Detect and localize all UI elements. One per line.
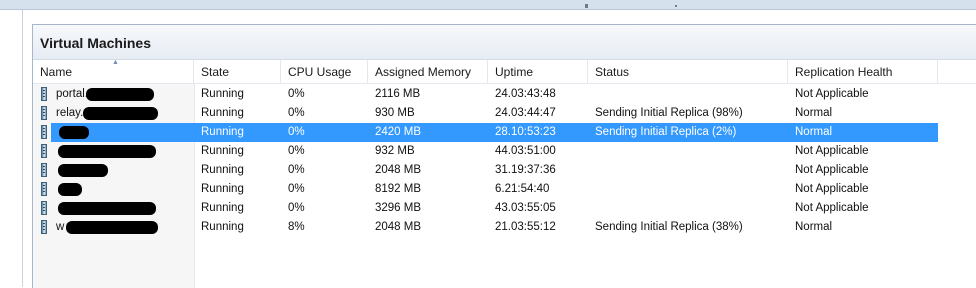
table-row[interactable]: Running 0% 932 MB 44.03:51:00 Not Applic… (33, 142, 938, 161)
vm-replication-health: Normal (795, 107, 833, 119)
table-row[interactable]: Running 0% 3296 MB 43.03:55:05 Not Appli… (33, 199, 938, 218)
vm-assigned-memory: 2048 MB (375, 221, 422, 233)
vm-cpu-usage: 0% (288, 126, 305, 138)
vm-assigned-memory: 2420 MB (375, 126, 422, 138)
redaction-mark (83, 107, 158, 120)
column-header-cpu-usage[interactable]: CPU Usage (281, 60, 368, 83)
vm-state: Running (201, 164, 244, 176)
vm-assigned-memory: 2116 MB (375, 88, 421, 100)
vm-assigned-memory: 2048 MB (375, 164, 422, 176)
vm-state: Running (201, 88, 244, 100)
column-header-replication-health[interactable]: Replication Health (788, 60, 938, 83)
virtual-machines-panel: Virtual Machines ▲ Name State CPU Usage … (32, 24, 976, 288)
vm-replication-health: Not Applicable (795, 183, 869, 195)
column-header-state[interactable]: State (194, 60, 281, 83)
vm-uptime: 44.03:51:00 (495, 145, 556, 157)
panel-header: Virtual Machines (33, 25, 976, 60)
virtual-machine-icon (41, 201, 47, 215)
table-row[interactable]: Running 0% 8192 MB 6.21:54:40 Not Applic… (33, 180, 938, 199)
vm-assigned-memory: 8192 MB (375, 183, 422, 195)
column-header-status[interactable]: Status (588, 60, 788, 83)
vm-replication-health: Not Applicable (795, 164, 869, 176)
virtual-machine-icon (41, 182, 47, 196)
column-header-label: Name (40, 65, 73, 79)
virtual-machine-icon (41, 125, 47, 139)
virtual-machine-icon (41, 220, 47, 234)
top-toolbar-strip (0, 0, 976, 10)
vm-cpu-usage: 0% (288, 202, 305, 214)
vm-state: Running (201, 183, 244, 195)
column-header-label: Status (595, 65, 630, 79)
redaction-mark (66, 221, 158, 234)
vm-status: Sending Initial Replica (38%) (595, 221, 743, 233)
redaction-mark (58, 202, 156, 215)
vm-status: Sending Initial Replica (2%) (595, 126, 737, 138)
vm-state: Running (201, 145, 244, 157)
virtual-machine-icon (41, 87, 47, 101)
vm-name: portal. (56, 88, 88, 100)
column-header-row: ▲ Name State CPU Usage Assigned Memory U… (33, 60, 976, 84)
vm-uptime: 24.03:44:47 (495, 107, 556, 119)
panel-title: Virtual Machines (40, 35, 152, 51)
vm-cpu-usage: 0% (288, 107, 305, 119)
column-header-label: Replication Health (795, 65, 893, 79)
vm-state: Running (201, 221, 244, 233)
vm-state: Running (201, 126, 244, 138)
virtual-machine-icon (41, 144, 47, 158)
vm-status: Sending Initial Replica (98%) (595, 107, 743, 119)
vm-name: w (56, 221, 65, 233)
vm-uptime: 24.03:43:48 (495, 88, 556, 100)
table-row[interactable]: Running 0% 2048 MB 31.19:37:36 Not Appli… (33, 161, 938, 180)
vm-replication-health: Normal (795, 126, 833, 138)
column-header-label: Uptime (495, 65, 534, 79)
vm-name: relay. (56, 107, 84, 119)
redaction-mark (58, 145, 156, 158)
vm-assigned-memory: 930 MB (375, 107, 415, 119)
vm-replication-health: Not Applicable (795, 202, 869, 214)
vm-uptime: 31.19:37:36 (495, 164, 556, 176)
vm-cpu-usage: 0% (288, 183, 305, 195)
vm-uptime: 21.03:55:12 (495, 221, 556, 233)
table-row-selected[interactable]: Running 0% 2420 MB 28.10:53:23 Sending I… (33, 123, 938, 142)
column-header-name[interactable]: ▲ Name (33, 60, 194, 83)
vm-cpu-usage: 0% (288, 145, 305, 157)
virtual-machine-icon (41, 163, 47, 177)
vm-cpu-usage: 0% (288, 88, 305, 100)
redaction-mark (58, 164, 108, 177)
vm-replication-health: Not Applicable (795, 88, 869, 100)
vm-cpu-usage: 0% (288, 164, 305, 176)
vm-replication-health: Not Applicable (795, 145, 869, 157)
sort-ascending-icon: ▲ (112, 60, 119, 66)
vm-state: Running (201, 107, 244, 119)
column-header-label: State (201, 65, 230, 79)
column-header-label: CPU Usage (288, 65, 352, 79)
column-header-uptime[interactable]: Uptime (488, 60, 588, 83)
vm-replication-health: Normal (795, 221, 833, 233)
vm-assigned-memory: 3296 MB (375, 202, 422, 214)
toolbar-fragment (675, 5, 677, 7)
redaction-mark (58, 183, 82, 196)
vm-uptime: 43.03:55:05 (495, 202, 556, 214)
vm-uptime: 28.10:53:23 (495, 126, 556, 138)
vm-state: Running (201, 202, 244, 214)
navigation-pane[interactable] (0, 10, 23, 287)
column-header-label: Assigned Memory (375, 65, 472, 79)
redaction-mark (59, 126, 89, 139)
table-row[interactable]: w Running 8% 2048 MB 21.03:55:12 Sending… (33, 218, 938, 237)
table-row[interactable]: portal. Running 0% 2116 MB 24.03:43:48 N… (33, 85, 938, 104)
column-header-assigned-memory[interactable]: Assigned Memory (368, 60, 488, 83)
vm-cpu-usage: 8% (288, 221, 305, 233)
table-row[interactable]: relay. Running 0% 930 MB 24.03:44:47 Sen… (33, 104, 938, 123)
toolbar-fragment (585, 4, 588, 8)
redaction-mark (86, 88, 154, 101)
vm-assigned-memory: 932 MB (375, 145, 415, 157)
virtual-machine-icon (41, 106, 47, 120)
vm-uptime: 6.21:54:40 (495, 183, 550, 195)
